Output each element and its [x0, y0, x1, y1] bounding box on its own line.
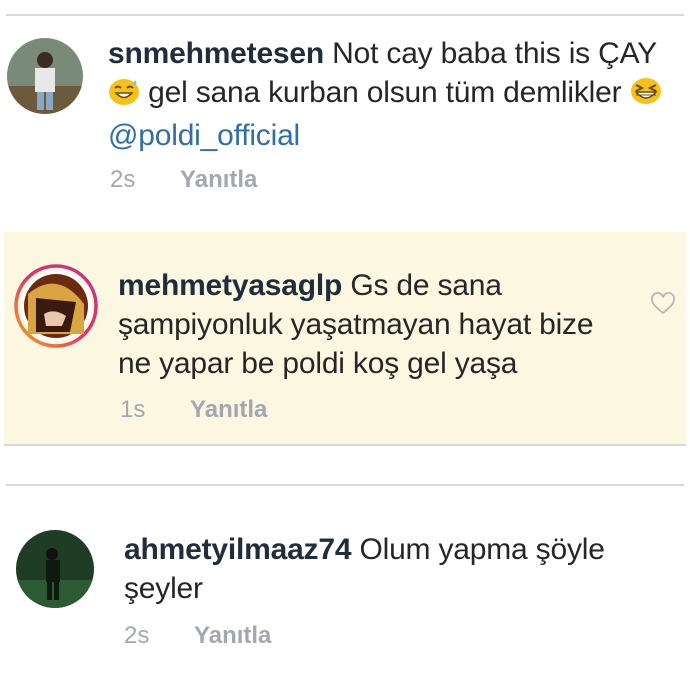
grinning-squinting-face-emoji-icon [630, 76, 662, 116]
comment-timestamp: 2s [110, 166, 136, 193]
reply-button[interactable]: Yanıtla [180, 166, 257, 193]
comment-username[interactable]: ahmetyilmaaz74 [124, 533, 352, 566]
avatar[interactable] [7, 38, 83, 114]
comment-text: gel sana kurban olsun tüm demlikler [148, 76, 622, 109]
reply-button[interactable]: Yanıtla [190, 396, 267, 423]
user-avatar-image [7, 38, 83, 114]
divider [4, 444, 686, 446]
comment-username[interactable]: snmehmetesen [108, 37, 324, 70]
comment-item: ahmetyilmaaz74 Olum yapma şöyle şeyler 2… [0, 486, 690, 690]
comment-body: ahmetyilmaaz74 Olum yapma şöyle şeyler [124, 530, 664, 608]
comment-text: Not cay baba this is ÇAY [332, 37, 657, 70]
avatar[interactable] [16, 530, 94, 608]
mention-link[interactable]: @poldi_official [108, 119, 300, 152]
comment-body: mehmetyasaglp Gs de sana şampiyonluk yaş… [118, 266, 628, 383]
smiling-face-with-sweat-emoji-icon [108, 76, 140, 116]
comment-username[interactable]: mehmetyasaglp [118, 269, 342, 302]
comment-item: snmehmetesen Not cay baba this is ÇAY ge… [0, 16, 690, 228]
comment-meta: 1s Yanıtla [120, 396, 267, 424]
comment-timestamp: 2s [124, 622, 150, 649]
comment-timestamp: 1s [120, 396, 146, 423]
user-avatar-image [16, 530, 94, 608]
story-ring-avatar-image [14, 264, 98, 348]
reply-button[interactable]: Yanıtla [194, 622, 271, 649]
comment-meta: 2s Yanıtla [124, 622, 271, 650]
comment-item-highlighted: mehmetyasaglp Gs de sana şampiyonluk yaş… [4, 232, 686, 446]
comment-body: snmehmetesen Not cay baba this is ÇAY ge… [108, 34, 668, 155]
heart-icon[interactable] [650, 292, 676, 316]
avatar[interactable] [14, 264, 98, 348]
comment-meta: 2s Yanıtla [110, 166, 257, 194]
